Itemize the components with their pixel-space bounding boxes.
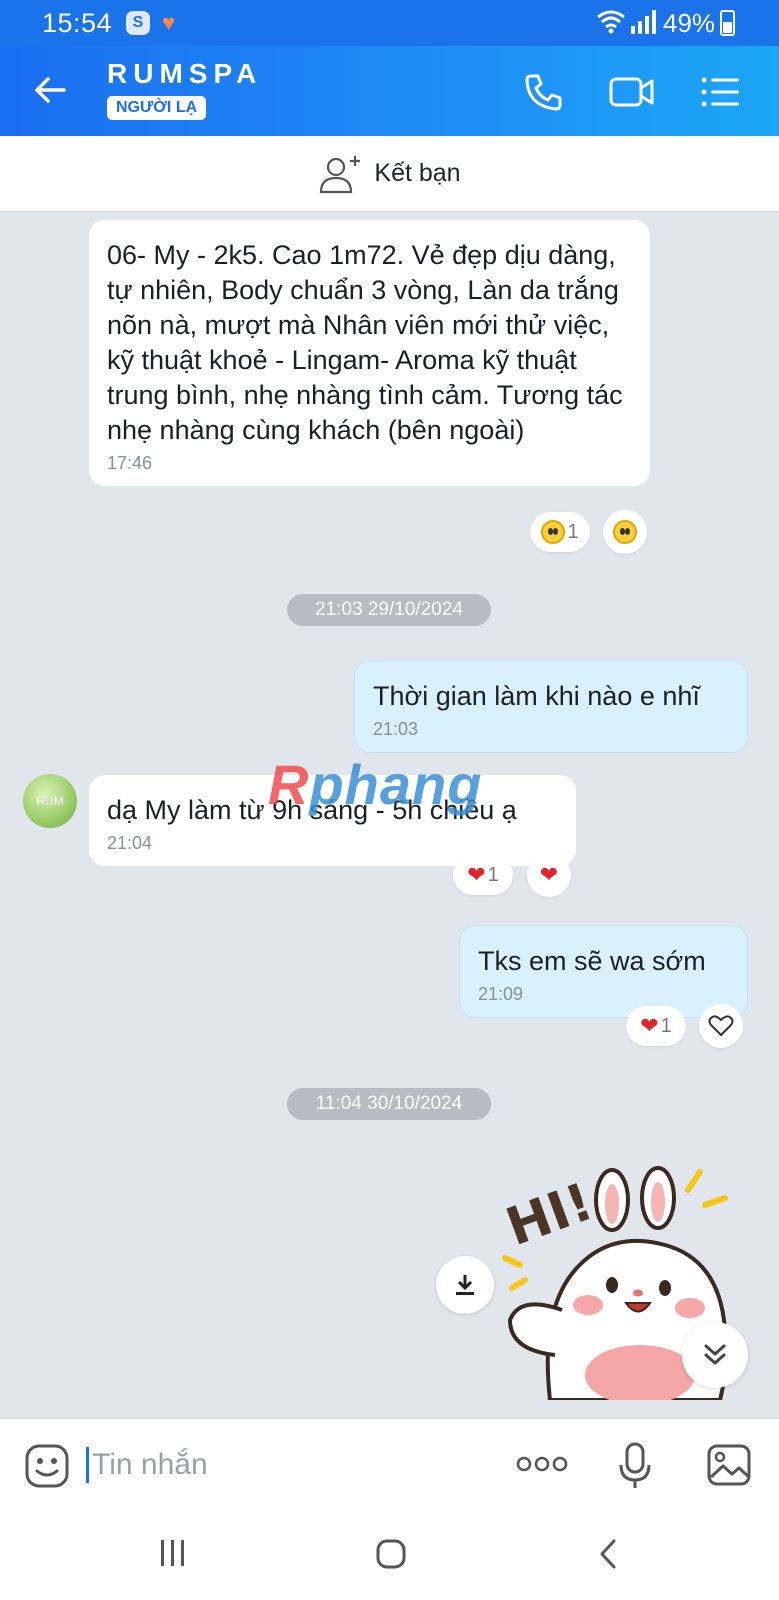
microphone-icon[interactable] xyxy=(618,1441,652,1491)
message-time: 21:04 xyxy=(107,833,153,853)
stranger-badge: NGƯỜI LẠ xyxy=(107,96,207,120)
download-button[interactable] xyxy=(436,1256,494,1314)
react-button[interactable] xyxy=(603,510,647,554)
message-input[interactable] xyxy=(92,1445,492,1485)
contact-name[interactable]: RUMSPA xyxy=(107,58,262,90)
reaction-count: 1 xyxy=(487,863,499,886)
back-arrow-icon[interactable] xyxy=(30,70,70,110)
message-text: Thời gian làm khi nào e nhĩ xyxy=(373,681,700,711)
svg-text:HI!: HI! xyxy=(500,1172,601,1258)
reaction-summary[interactable]: ❤ 1 xyxy=(453,855,513,895)
download-icon xyxy=(456,1275,474,1295)
reaction-count: 1 xyxy=(567,520,579,543)
message-text: Tks em sẽ wa sớm xyxy=(478,946,706,976)
scroll-to-bottom-button[interactable] xyxy=(682,1322,748,1388)
heart-icon: ❤ xyxy=(539,862,559,887)
status-bar: 15:54 S ♥ 49% xyxy=(0,0,779,46)
add-friend-button[interactable]: Kết bạn xyxy=(0,136,779,212)
reaction-summary[interactable]: 1 xyxy=(530,512,590,552)
add-friend-icon xyxy=(320,155,361,193)
heart-icon: ❤ xyxy=(640,1013,659,1038)
message-bubble[interactable]: Thời gian làm khi nào e nhĩ 21:03 xyxy=(354,660,748,753)
react-button[interactable] xyxy=(699,1004,743,1048)
message-time: 17:46 xyxy=(107,453,153,473)
wifi-icon xyxy=(597,10,625,34)
signal-icon xyxy=(631,10,656,34)
phone-icon[interactable] xyxy=(522,70,566,114)
image-gallery-icon[interactable] xyxy=(706,1443,752,1487)
message-composer xyxy=(0,1418,779,1510)
watermark: Rphang xyxy=(268,753,483,816)
avatar[interactable]: RUM xyxy=(23,774,77,828)
battery-percent: 49% xyxy=(663,8,716,38)
heart-outline-icon xyxy=(708,1015,734,1036)
home-icon[interactable] xyxy=(375,1538,407,1570)
chat-header: RUMSPA NGƯỜI LẠ xyxy=(0,46,779,136)
notification-icon: ♥ xyxy=(162,10,176,35)
wow-face-icon xyxy=(541,520,566,544)
menu-list-icon[interactable] xyxy=(698,70,742,114)
back-nav-icon[interactable] xyxy=(598,1538,618,1570)
system-nav-bar xyxy=(0,1510,779,1600)
react-button[interactable]: ❤ xyxy=(527,853,571,897)
sticker-emoji-icon[interactable] xyxy=(24,1443,70,1489)
battery-icon xyxy=(720,10,735,36)
text-cursor xyxy=(86,1447,89,1483)
date-separator: 21:03 29/10/2024 xyxy=(287,594,491,626)
reaction-summary[interactable]: ❤ 1 xyxy=(626,1006,686,1046)
message-bubble[interactable]: 06- My - 2k5. Cao 1m72. Vẻ đẹp dịu dàng,… xyxy=(89,220,650,486)
double-chevron-down-icon xyxy=(704,1344,726,1365)
heart-icon: ❤ xyxy=(467,862,486,887)
more-options-icon[interactable] xyxy=(516,1453,568,1475)
video-call-icon[interactable] xyxy=(608,70,656,114)
message-bubble[interactable]: Tks em sẽ wa sớm 21:09 xyxy=(459,925,748,1018)
wow-face-icon xyxy=(613,520,637,544)
message-time: 21:09 xyxy=(478,984,524,1004)
message-time: 21:03 xyxy=(373,719,419,739)
reaction-count: 1 xyxy=(660,1014,672,1037)
message-text: 06- My - 2k5. Cao 1m72. Vẻ đẹp dịu dàng,… xyxy=(107,240,623,445)
status-time: 15:54 xyxy=(42,8,113,38)
skype-icon: S xyxy=(126,11,150,35)
date-separator: 11:04 30/10/2024 xyxy=(287,1088,491,1120)
recent-apps-icon[interactable] xyxy=(158,1538,188,1568)
add-friend-label: Kết bạn xyxy=(374,159,461,187)
